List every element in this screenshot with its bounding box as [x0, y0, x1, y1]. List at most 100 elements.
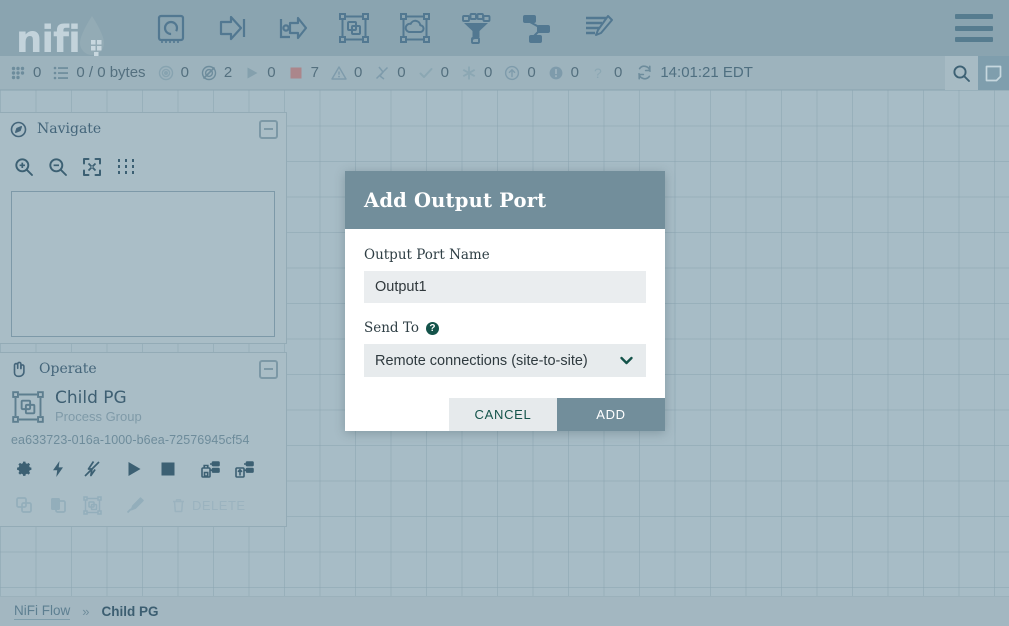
- send-to-select[interactable]: Remote connections (site-to-site): [364, 344, 646, 377]
- send-to-label: Send To ?: [364, 320, 646, 336]
- toolbar-processor-icon[interactable]: [151, 8, 191, 48]
- status-value: 0: [397, 64, 405, 81]
- disabled-icon: [374, 65, 390, 81]
- navigate-tools: [0, 145, 286, 181]
- operate-panel: Operate Child PG Process Group ea633723-…: [0, 352, 287, 527]
- delete-label: DELETE: [192, 498, 246, 513]
- status-value: 0: [571, 64, 579, 81]
- minimize-icon[interactable]: [259, 360, 278, 379]
- chevron-down-icon: [618, 352, 635, 369]
- status-locally-modified: 0: [461, 64, 492, 81]
- cancel-button[interactable]: CANCEL: [449, 398, 557, 431]
- logo-text: nifi: [16, 23, 80, 56]
- delete-button: DELETE: [162, 491, 254, 519]
- queued-icon: [53, 65, 69, 81]
- status-value: 0: [441, 64, 449, 81]
- status-bar-actions: [945, 56, 1009, 90]
- dialog-body: Output Port Name Send To ? Remote connec…: [345, 229, 665, 398]
- dialog-title: Add Output Port: [364, 189, 546, 212]
- component-toolbar: [151, 8, 618, 48]
- toolbar-template-icon[interactable]: [517, 8, 557, 48]
- svg-text:?: ?: [594, 65, 602, 81]
- operate-component-id: ea633723-016a-1000-b6ea-72576945cf54: [11, 433, 276, 447]
- birdseye-minimap[interactable]: [11, 191, 275, 337]
- minimize-icon[interactable]: [259, 120, 278, 139]
- status-value: 0: [33, 64, 41, 81]
- gear-icon[interactable]: [10, 455, 38, 483]
- play-icon[interactable]: [120, 455, 148, 483]
- group-icon: [78, 491, 106, 519]
- dialog-header: Add Output Port: [345, 171, 665, 229]
- add-button[interactable]: ADD: [557, 398, 665, 431]
- status-queued: 0 / 0 bytes: [53, 64, 145, 81]
- status-value: 0: [527, 64, 535, 81]
- nifi-application: nifi: [0, 0, 1009, 626]
- navigate-panel-header: Navigate: [0, 113, 286, 145]
- refresh-timestamp: 14:01:21 EDT: [660, 64, 753, 81]
- nifi-logo: nifi: [16, 0, 126, 56]
- toolbar-process-group-icon[interactable]: [334, 8, 374, 48]
- stop-icon[interactable]: [154, 455, 182, 483]
- status-bar: 0 0 / 0 bytes 0 2: [0, 56, 1009, 90]
- paste-icon: [44, 491, 72, 519]
- water-drop-icon: [78, 14, 106, 56]
- hamburger-menu-icon[interactable]: [955, 14, 993, 42]
- search-icon[interactable]: [945, 56, 978, 90]
- label-text: Output Port Name: [364, 247, 490, 263]
- upload-template-icon[interactable]: [230, 455, 258, 483]
- process-group-icon: [10, 389, 46, 425]
- status-not-transmitting: 2: [201, 64, 232, 81]
- status-active-threads: 0: [10, 64, 41, 81]
- toolbar-input-port-icon[interactable]: [212, 8, 252, 48]
- breadcrumb-root[interactable]: NiFi Flow: [14, 603, 70, 620]
- operate-panel-title: Operate: [39, 361, 249, 377]
- transmitting-icon: [158, 65, 174, 81]
- toolbar-output-port-icon[interactable]: [273, 8, 313, 48]
- operate-component: Child PG Process Group: [10, 389, 276, 425]
- help-icon[interactable]: ?: [426, 322, 439, 335]
- breadcrumb: NiFi Flow » Child PG: [0, 596, 1009, 626]
- status-value: 0: [484, 64, 492, 81]
- fit-window-icon[interactable]: [78, 153, 106, 181]
- operate-panel-header: Operate: [0, 353, 286, 385]
- operate-component-name: Child PG: [55, 389, 142, 409]
- actual-size-icon[interactable]: [112, 153, 140, 181]
- paintbrush-icon: [120, 491, 148, 519]
- status-value: 0: [267, 64, 275, 81]
- toolbar-funnel-icon[interactable]: [456, 8, 496, 48]
- app-header: nifi: [0, 0, 1009, 56]
- operate-actions-row-2: DELETE: [10, 491, 276, 519]
- output-port-name-label: Output Port Name: [364, 247, 646, 263]
- lightning-icon[interactable]: [44, 455, 72, 483]
- output-port-name-input[interactable]: [364, 271, 646, 303]
- operate-hand-icon: [10, 360, 29, 379]
- invalid-icon: [331, 65, 347, 81]
- active-threads-icon: [10, 65, 26, 81]
- status-locally-modified-and-stale: 0: [548, 64, 579, 81]
- trash-icon: [170, 497, 187, 514]
- sync-failure-icon: ?: [591, 65, 607, 81]
- zoom-in-icon[interactable]: [10, 153, 38, 181]
- status-value: 2: [224, 64, 232, 81]
- status-up-to-date: 0: [418, 64, 449, 81]
- not-transmitting-icon: [201, 65, 217, 81]
- create-template-icon[interactable]: [196, 455, 224, 483]
- breadcrumb-current: Child PG: [101, 604, 158, 619]
- zoom-out-icon[interactable]: [44, 153, 72, 181]
- bulletin-board-icon[interactable]: [978, 56, 1009, 90]
- status-sync-failure: ? 0: [591, 64, 622, 81]
- status-stale: 0: [504, 64, 535, 81]
- label-text: Send To: [364, 320, 419, 336]
- status-value: 0: [614, 64, 622, 81]
- status-disabled: 0: [374, 64, 405, 81]
- up-to-date-icon: [418, 65, 434, 81]
- operate-actions-row-1: [10, 455, 276, 483]
- status-invalid: 0: [331, 64, 362, 81]
- toolbar-label-icon[interactable]: [578, 8, 618, 48]
- operate-body: Child PG Process Group ea633723-016a-100…: [0, 385, 286, 519]
- status-transmitting: 0: [158, 64, 189, 81]
- lightning-off-icon[interactable]: [78, 455, 106, 483]
- toolbar-remote-process-group-icon[interactable]: [395, 8, 435, 48]
- navigate-panel: Navigate: [0, 112, 287, 344]
- status-running: 0: [244, 64, 275, 81]
